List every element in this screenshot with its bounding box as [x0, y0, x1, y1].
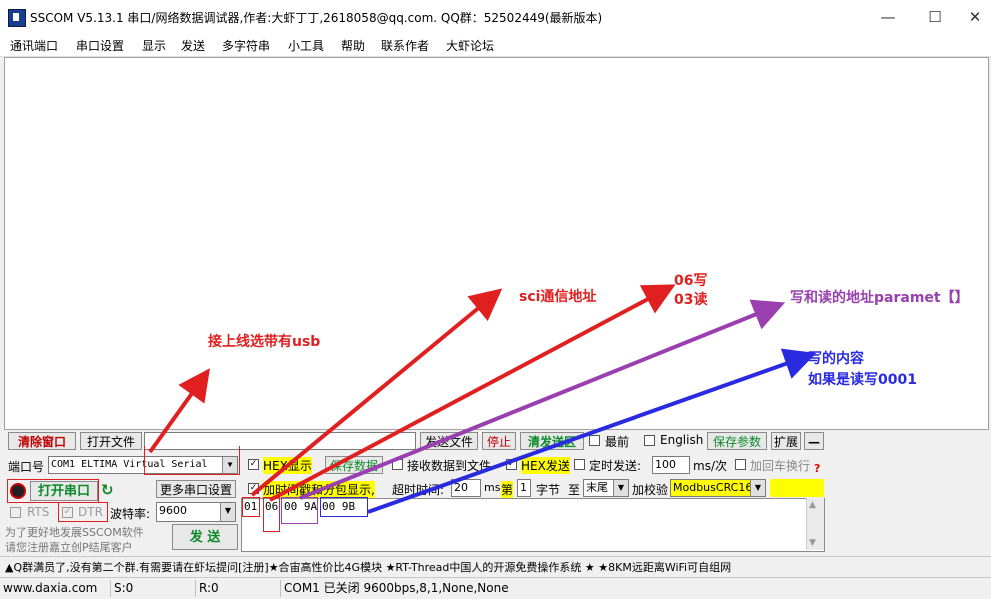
annotation-address: 写和读的地址paramet【】 — [790, 290, 969, 306]
annotation-sci: sci通信地址 — [519, 289, 597, 305]
annotation-func-read: 03读 — [674, 292, 708, 308]
arrow-sci — [250, 288, 503, 497]
annotation-usb: 接上线选带有usb — [208, 334, 321, 350]
annotation-content: 写的内容 — [808, 351, 864, 367]
arrow-usb — [148, 368, 210, 454]
arrow-register — [299, 299, 786, 500]
annotation-func-write: 06写 — [674, 273, 708, 289]
annotation-content-read: 如果是读写0001 — [808, 372, 917, 388]
arrow-function — [269, 284, 676, 502]
arrow-value — [367, 348, 817, 514]
